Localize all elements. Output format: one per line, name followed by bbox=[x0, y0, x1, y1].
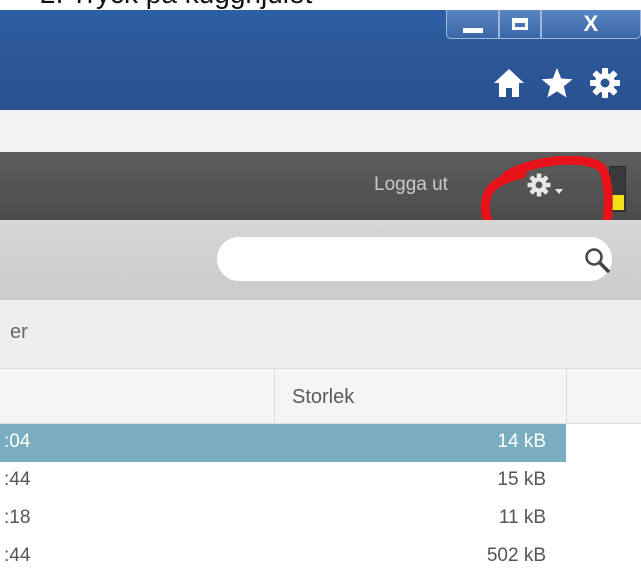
close-icon: X bbox=[583, 11, 599, 36]
browser-nav-icons bbox=[492, 66, 622, 100]
breadcrumb-text[interactable]: er bbox=[10, 321, 28, 344]
table-row[interactable]: :18 11 kB bbox=[0, 500, 566, 538]
maximize-icon bbox=[511, 18, 528, 30]
usage-meter-fill bbox=[611, 194, 624, 210]
star-icon[interactable] bbox=[540, 66, 574, 100]
column-header-size[interactable]: Storlek bbox=[275, 369, 567, 423]
search-icon[interactable] bbox=[583, 246, 613, 276]
browser-titlebar: X bbox=[0, 10, 641, 110]
row-modified: :18 bbox=[4, 507, 31, 528]
maximize-button[interactable] bbox=[499, 10, 541, 39]
row-modified: :44 bbox=[4, 545, 31, 566]
column-header-size-label: Storlek bbox=[292, 386, 355, 408]
search-input[interactable] bbox=[217, 237, 612, 281]
table-row[interactable]: :04 14 kB bbox=[0, 424, 566, 462]
row-size: 14 kB bbox=[497, 431, 546, 452]
row-modified: :04 bbox=[4, 431, 31, 452]
gear-icon[interactable] bbox=[588, 66, 622, 100]
minimize-icon bbox=[462, 27, 483, 33]
logout-link[interactable]: Logga ut bbox=[374, 174, 448, 196]
table-row[interactable]: :44 502 kB bbox=[0, 538, 566, 576]
row-size: 11 kB bbox=[498, 507, 546, 528]
close-button[interactable]: X bbox=[540, 10, 641, 39]
row-size: 15 kB bbox=[497, 469, 546, 490]
column-header-modified[interactable] bbox=[0, 369, 275, 423]
chevron-down-icon bbox=[555, 188, 563, 194]
storage-usage-meter bbox=[609, 166, 626, 212]
tab-strip bbox=[0, 110, 641, 153]
instruction-text: 2. Tryck på kugghjulet bbox=[40, 0, 312, 10]
row-modified: :44 bbox=[4, 469, 31, 490]
row-size: 502 kB bbox=[486, 545, 546, 566]
file-table-body: :04 14 kB :44 15 kB :18 11 kB :44 502 kB bbox=[0, 424, 566, 576]
gear-icon bbox=[527, 173, 551, 197]
table-row[interactable]: :44 15 kB bbox=[0, 462, 566, 500]
settings-menu-button[interactable] bbox=[526, 172, 563, 198]
breadcrumb: er bbox=[0, 300, 641, 369]
home-icon[interactable] bbox=[492, 66, 526, 100]
minimize-button[interactable] bbox=[446, 10, 500, 39]
window-controls: X bbox=[446, 10, 641, 40]
instruction-caption: 2. Tryck på kugghjulet bbox=[0, 0, 641, 10]
table-header: Storlek bbox=[0, 369, 641, 424]
